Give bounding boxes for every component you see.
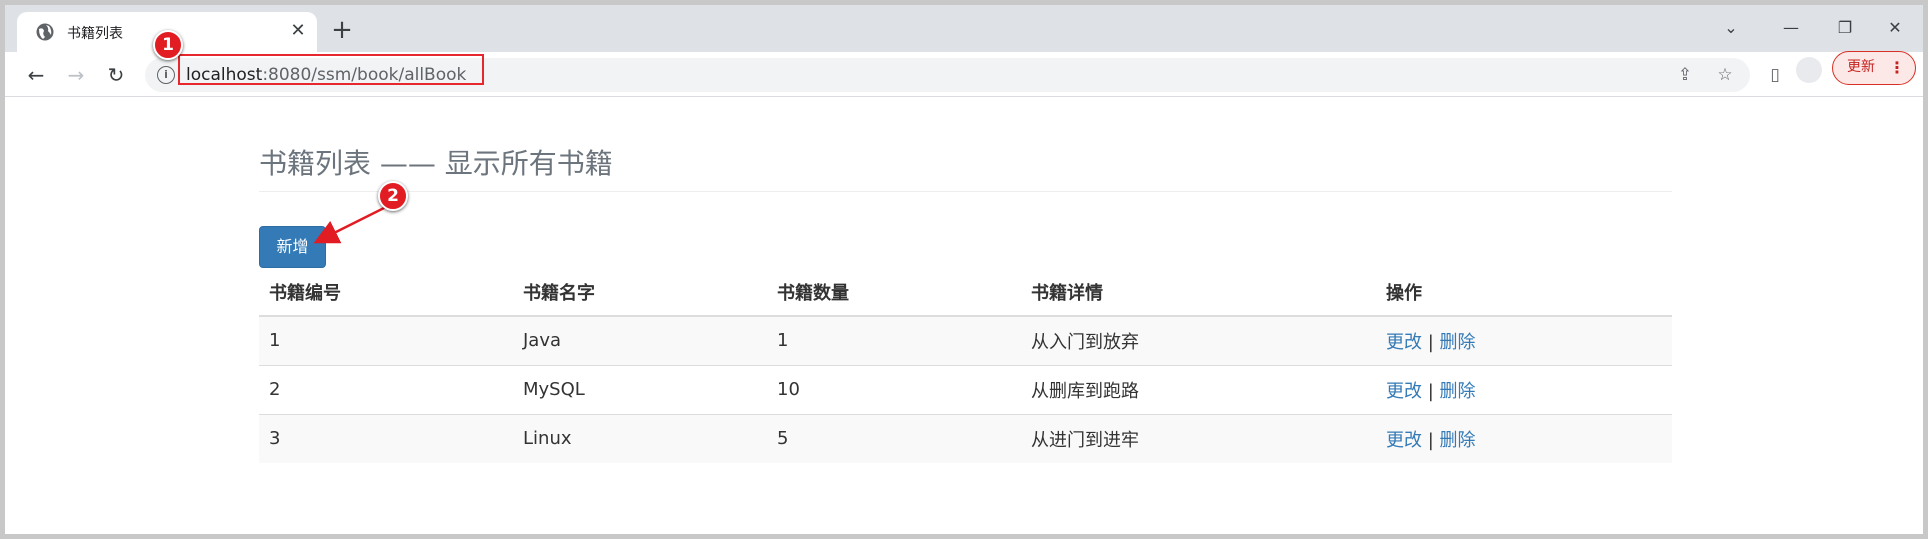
annotation-marker-1: 1 — [153, 30, 183, 60]
annotation-arrow — [313, 204, 389, 244]
annotation-marker-2: 2 — [378, 181, 408, 211]
